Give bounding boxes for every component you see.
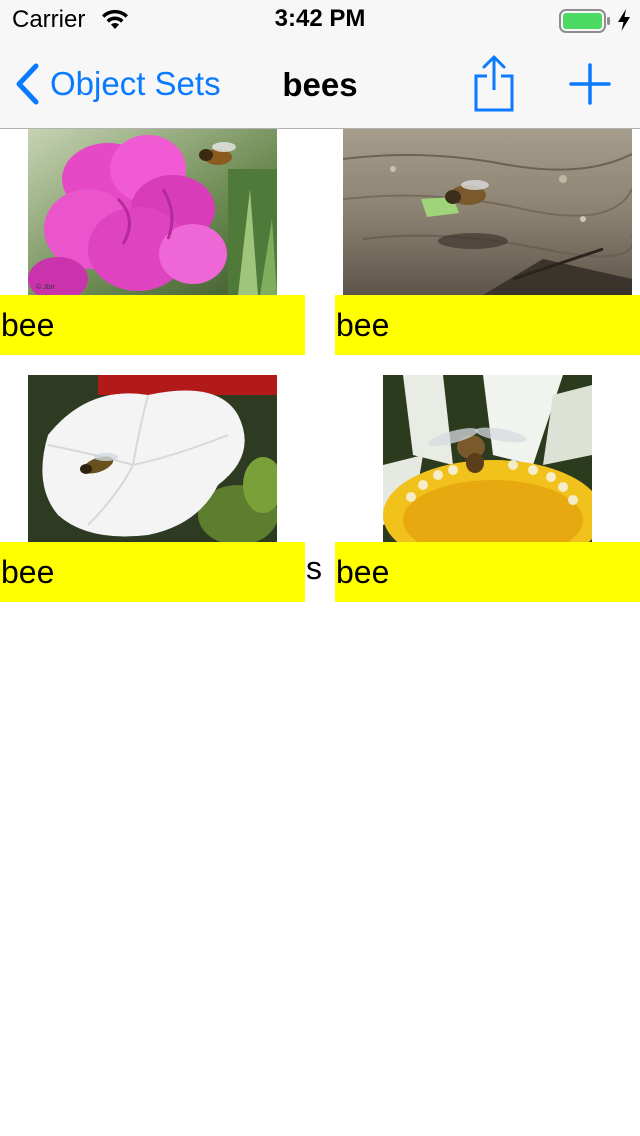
navigation-bar: Object Sets bees (0, 40, 640, 129)
item-thumbnail (28, 375, 277, 542)
item-thumbnail (383, 375, 592, 542)
battery-icon (559, 9, 610, 33)
screen: Carrier 3:42 PM Object Sets bees © Jon b… (0, 0, 640, 1136)
chevron-left-icon (16, 63, 39, 105)
charging-bolt-icon (618, 9, 630, 31)
back-button-label: Object Sets (50, 65, 221, 102)
back-button[interactable]: Object Sets (14, 62, 221, 106)
item-label: bee (335, 542, 640, 602)
grid-item[interactable]: bee (0, 375, 306, 602)
plus-icon[interactable] (568, 62, 612, 106)
svg-text:© Jon: © Jon (36, 283, 54, 291)
stray-text: s (306, 550, 322, 586)
clock: 3:42 PM (274, 5, 366, 32)
share-icon[interactable] (470, 54, 518, 114)
item-label: bee (0, 295, 305, 355)
item-thumbnail: © Jon (28, 129, 277, 295)
grid-item[interactable]: © Jon bee (0, 129, 306, 355)
page-title: bees (282, 66, 358, 103)
grid-item[interactable]: bee (335, 129, 640, 355)
item-label: bee (0, 542, 305, 602)
item-thumbnail (343, 129, 632, 295)
status-bar: Carrier 3:42 PM (0, 0, 640, 40)
item-label: bee (335, 295, 640, 355)
grid-item[interactable]: bee (335, 375, 640, 602)
